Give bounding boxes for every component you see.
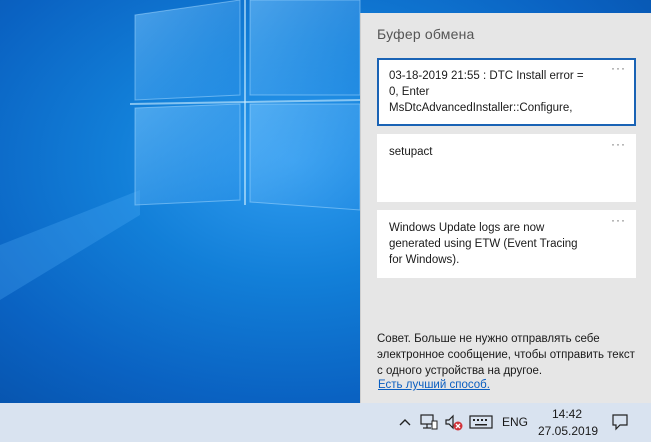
volume-muted-icon[interactable]: [444, 411, 464, 433]
clipboard-item[interactable]: 03-18-2019 21:55 : DTC Install error = 0…: [377, 58, 636, 126]
more-options-icon[interactable]: ···: [611, 61, 626, 75]
chevron-up-icon[interactable]: [398, 411, 412, 433]
clipboard-item[interactable]: Windows Update logs are now generated us…: [377, 210, 636, 278]
panel-title: Буфер обмена: [377, 26, 475, 42]
language-indicator[interactable]: ENG: [502, 415, 528, 429]
clipboard-item[interactable]: setupact ···: [377, 134, 636, 202]
network-icon[interactable]: [420, 411, 438, 433]
tip-text: Совет. Больше не нужно отправлять себе э…: [377, 333, 635, 377]
clipboard-item-text: Windows Update logs are now generated us…: [389, 222, 578, 266]
more-options-icon[interactable]: ···: [611, 213, 626, 227]
keyboard-icon[interactable]: [469, 411, 493, 433]
clock-date[interactable]: 27.05.2019: [538, 424, 598, 438]
better-way-link[interactable]: Есть лучший способ.: [378, 379, 490, 391]
clock-time[interactable]: 14:42: [552, 407, 582, 421]
clipboard-item-text: setupact: [389, 146, 433, 158]
notification-icon[interactable]: [610, 411, 630, 433]
clipboard-history-panel: Буфер обмена 03-18-2019 21:55 : DTC Inst…: [360, 13, 651, 403]
clipboard-item-text: 03-18-2019 21:55 : DTC Install error = 0…: [389, 70, 584, 114]
taskbar: ENG 14:42 27.05.2019: [0, 403, 651, 442]
more-options-icon[interactable]: ···: [611, 137, 626, 151]
